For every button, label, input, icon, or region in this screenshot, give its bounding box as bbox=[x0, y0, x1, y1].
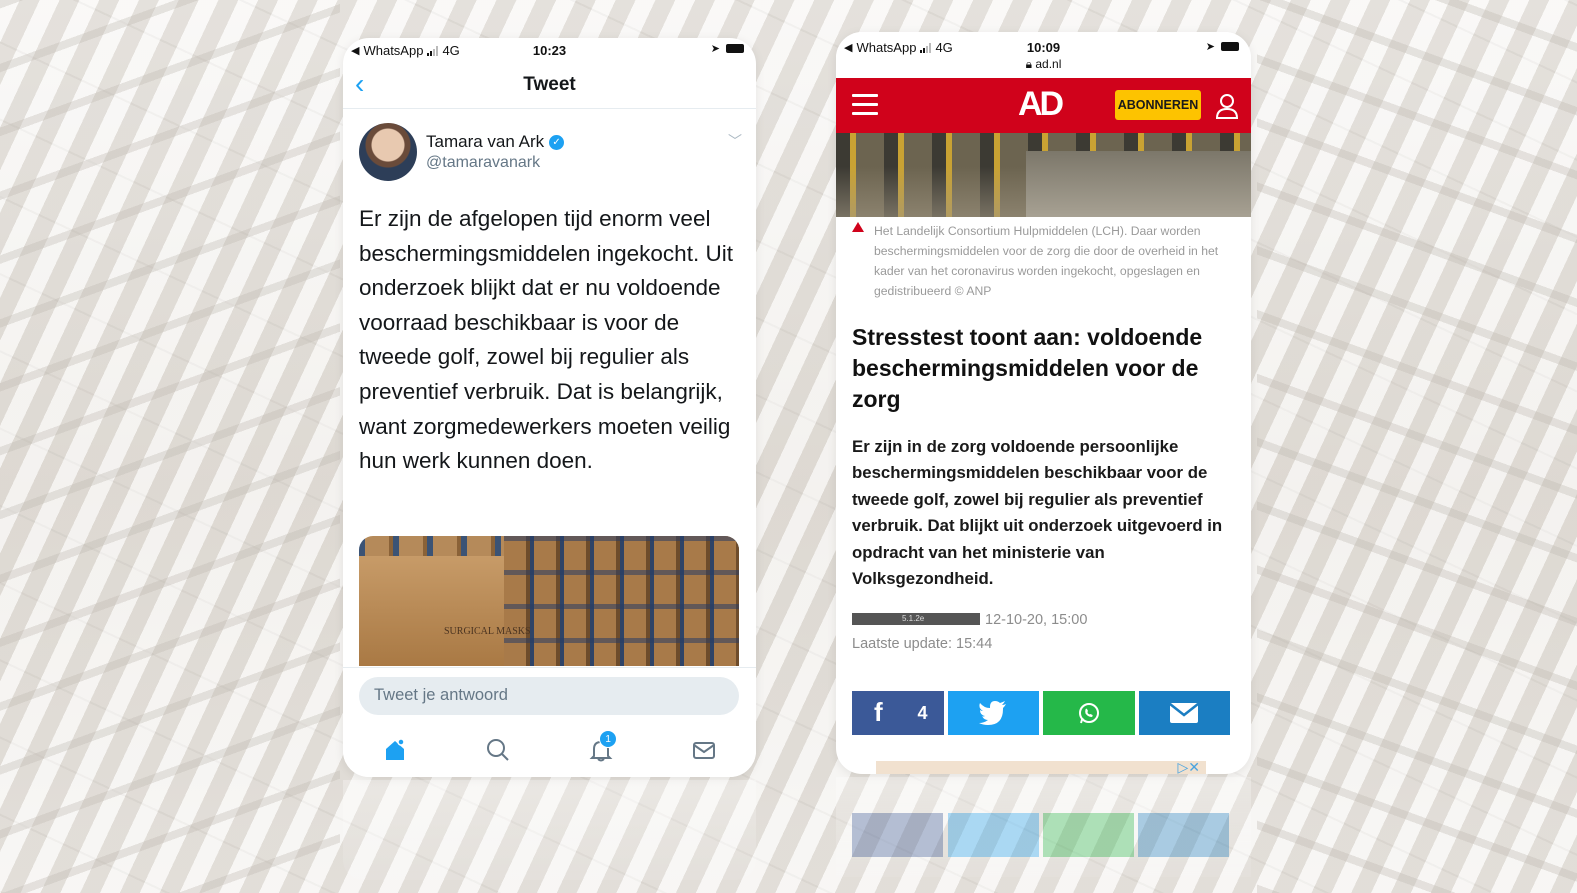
menu-icon[interactable] bbox=[852, 94, 878, 116]
share-bar: f 4 bbox=[852, 691, 1230, 735]
facebook-icon: f bbox=[874, 697, 883, 727]
ad-reflection bbox=[836, 777, 1251, 877]
background-shelves-left bbox=[0, 0, 340, 893]
share-twitter-button[interactable] bbox=[947, 691, 1039, 735]
caption-text: Het Landelijk Consortium Hulpmiddelen (L… bbox=[874, 224, 1219, 298]
verified-icon: ✓ bbox=[549, 134, 565, 150]
ad-top-bar: AD ABONNEREN bbox=[836, 78, 1251, 133]
status-bar: ◀ WhatsApp 4G 10:09 🔒︎ ad.nl ➤ bbox=[836, 32, 1251, 78]
status-bar: ◀ WhatsApp 4G 10:23 ➤ bbox=[343, 38, 756, 62]
search-icon[interactable] bbox=[484, 736, 512, 764]
lock-icon: 🔒︎ bbox=[1025, 57, 1032, 71]
notification-badge: 1 bbox=[599, 730, 618, 748]
share-facebook-button[interactable]: f 4 bbox=[852, 691, 944, 735]
twitter-bird-icon bbox=[979, 701, 1007, 725]
subscribe-button[interactable]: ABONNEREN bbox=[1115, 90, 1201, 120]
share-mail-button[interactable] bbox=[1138, 691, 1230, 735]
article-meta: 5.1.2e 12-10-20, 15:00 Laatste update: 15… bbox=[852, 612, 1232, 652]
media-box-label: SURGICAL MASKS bbox=[444, 626, 531, 637]
reply-input[interactable]: Tweet je antwoord bbox=[359, 677, 739, 715]
twitter-reflection bbox=[343, 780, 756, 880]
url-display[interactable]: 🔒︎ ad.nl bbox=[836, 57, 1251, 72]
battery-icon bbox=[1221, 42, 1239, 51]
caption-triangle-icon bbox=[852, 222, 864, 232]
bottom-nav: 1 bbox=[343, 730, 756, 770]
mail-icon bbox=[1170, 703, 1199, 723]
avatar[interactable] bbox=[359, 123, 417, 181]
ad-phone-screenshot: ◀ WhatsApp 4G 10:09 🔒︎ ad.nl ➤ AD ABONNE… bbox=[836, 32, 1251, 774]
page-title: Tweet bbox=[523, 74, 576, 95]
author-name[interactable]: Tamara van Ark bbox=[426, 132, 544, 152]
share-whatsapp-button[interactable] bbox=[1043, 691, 1135, 735]
tweet-header: ‹ Tweet bbox=[343, 62, 756, 109]
status-time: 10:09 bbox=[1026, 40, 1061, 55]
audio-bar-label: 5.1.2e bbox=[902, 614, 925, 624]
last-update: Laatste update: 15:44 bbox=[852, 636, 993, 652]
article-date: 12-10-20, 15:00 bbox=[985, 612, 1088, 628]
facebook-share-count: 4 bbox=[917, 703, 928, 723]
chevron-down-icon[interactable]: ﹀ bbox=[728, 131, 742, 151]
adchoices-icon[interactable]: ▷✕ bbox=[1178, 759, 1201, 774]
article-headline: Stresstest toont aan: voldoende bescherm… bbox=[852, 324, 1203, 412]
whatsapp-icon bbox=[1078, 703, 1099, 724]
article-hero-image[interactable] bbox=[836, 133, 1251, 217]
tweet-media-image[interactable]: SURGICAL MASKS bbox=[359, 536, 739, 666]
twitter-phone-screenshot: ◀ WhatsApp 4G 10:23 ➤ ‹ Tweet Tamara van… bbox=[343, 38, 756, 777]
bell-icon[interactable]: 1 bbox=[587, 730, 618, 764]
audio-bar[interactable]: 5.1.2e bbox=[852, 613, 980, 626]
ad-logo[interactable]: AD bbox=[1018, 85, 1064, 124]
mail-icon[interactable] bbox=[690, 736, 718, 764]
tweet-text: Er zijn de afgelopen tijd enorm veel bes… bbox=[359, 206, 733, 474]
home-icon[interactable] bbox=[381, 736, 409, 764]
status-time: 10:23 bbox=[532, 43, 567, 58]
user-icon[interactable] bbox=[1215, 92, 1239, 120]
location-arrow-icon: ➤ bbox=[710, 43, 720, 55]
image-caption: Het Landelijk Consortium Hulpmiddelen (L… bbox=[836, 217, 1251, 307]
battery-icon bbox=[726, 44, 744, 53]
background-shelves-right bbox=[1257, 0, 1577, 893]
reply-placeholder: Tweet je antwoord bbox=[374, 686, 508, 704]
article-lead: Er zijn in de zorg voldoende persoonlijk… bbox=[852, 437, 1223, 589]
ad-banner[interactable]: ▷✕ bbox=[876, 759, 1206, 774]
reply-area: Tweet je antwoord 1 bbox=[343, 667, 756, 777]
tweet-author: Tamara van Ark ✓ @tamaravanark ﹀ bbox=[343, 109, 756, 189]
location-arrow-icon: ➤ bbox=[1205, 41, 1215, 53]
author-handle[interactable]: @tamaravanark bbox=[426, 154, 540, 172]
url-text: ad.nl bbox=[1035, 57, 1062, 71]
